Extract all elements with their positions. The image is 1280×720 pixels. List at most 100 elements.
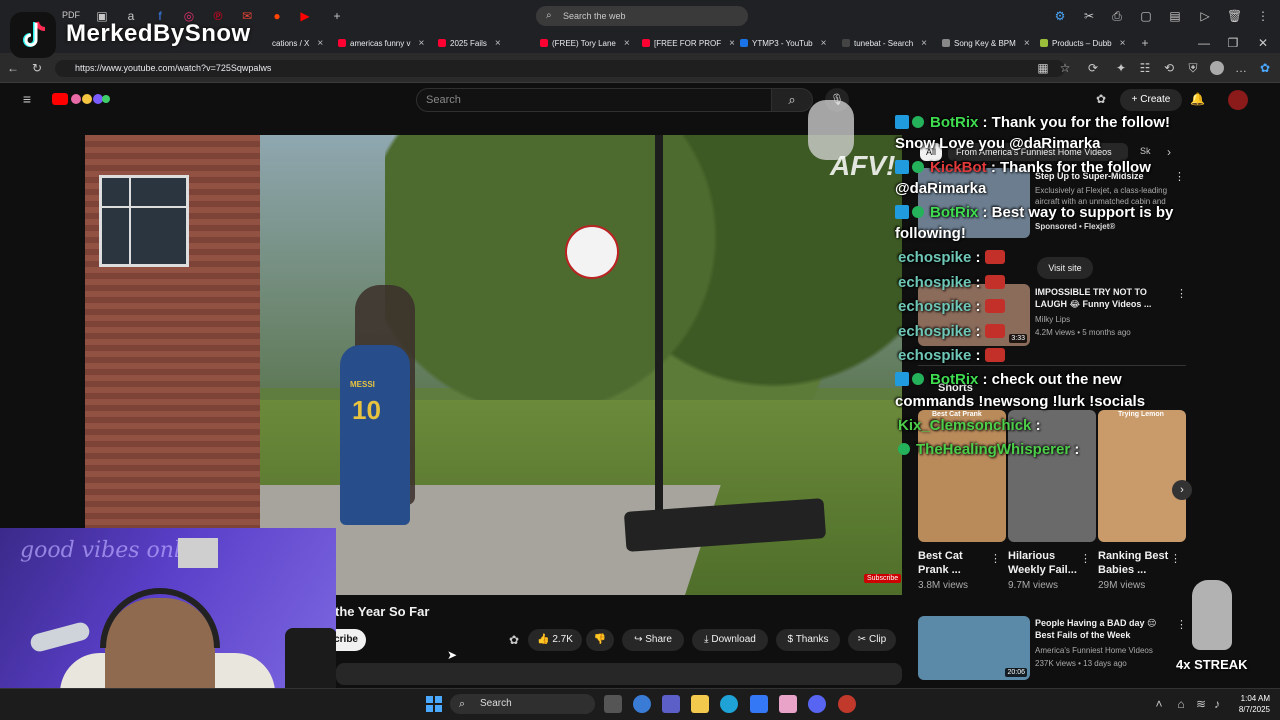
short-title[interactable]: Hilarious Weekly Fail... xyxy=(1008,549,1080,577)
rec-channel[interactable]: America's Funniest Home Videos xyxy=(1035,645,1153,656)
avatar[interactable] xyxy=(1228,90,1248,110)
tab[interactable]: [FREE FOR PROF × xyxy=(642,34,734,52)
bookmark-star-icon[interactable]: ☆ xyxy=(1058,61,1072,75)
system-clock[interactable]: 1:04 AM 8/7/2025 xyxy=(1222,693,1270,715)
doodle-icon[interactable] xyxy=(70,92,110,106)
youtube-logo-icon[interactable] xyxy=(52,93,68,105)
teams-icon[interactable] xyxy=(662,695,680,713)
video-player[interactable]: MESSI 10 xyxy=(85,135,902,595)
task-view-icon[interactable] xyxy=(604,695,622,713)
close-icon[interactable]: × xyxy=(821,38,827,49)
menu-icon[interactable]: ⋮ xyxy=(1256,9,1270,23)
profile-avatar[interactable] xyxy=(1210,61,1224,75)
web-search-box[interactable]: ⌕ Search the web xyxy=(536,6,748,26)
close-icon[interactable]: × xyxy=(1120,38,1126,49)
minimize-icon[interactable]: — xyxy=(1197,36,1211,50)
close-icon[interactable]: × xyxy=(495,38,501,49)
screen-icon[interactable]: ▢ xyxy=(1139,9,1153,23)
chevron-up-icon[interactable]: ˄ xyxy=(1152,697,1166,711)
hamburger-menu-icon[interactable]: ≡ xyxy=(20,92,34,106)
back-icon[interactable]: ← xyxy=(6,61,20,75)
reddit-icon[interactable]: ● xyxy=(270,9,284,23)
close-icon[interactable]: × xyxy=(921,38,927,49)
scissors-icon[interactable]: ✂ xyxy=(1082,9,1096,23)
chip-next[interactable]: Sk xyxy=(1140,146,1151,156)
windows-start-icon[interactable] xyxy=(426,696,442,712)
youtube-search-input[interactable]: Search xyxy=(416,88,772,112)
more-options-icon[interactable]: ⋮ xyxy=(1174,170,1185,183)
tab[interactable]: Products – Dubb × xyxy=(1040,34,1132,52)
reload-icon[interactable]: ↻ xyxy=(30,61,44,75)
close-icon[interactable]: × xyxy=(1024,38,1030,49)
wifi-icon[interactable]: ≋ xyxy=(1194,697,1208,711)
more-options-icon[interactable]: ⋮ xyxy=(1080,552,1091,565)
url-input[interactable]: https://www.youtube.com/watch?v=725Sqwpa… xyxy=(55,60,1065,77)
clip-button[interactable]: ✂ Clip xyxy=(848,629,896,651)
rec-title[interactable]: People Having a BAD day 😔 Best Fails of … xyxy=(1035,617,1175,641)
file-explorer-icon[interactable] xyxy=(691,695,709,713)
network-icon[interactable]: ⌂ xyxy=(1174,697,1188,711)
short-title[interactable]: Ranking Best Babies ... xyxy=(1098,549,1170,577)
trash-icon[interactable]: 🗑 xyxy=(1227,9,1242,23)
pinned-tab-label[interactable]: PDF xyxy=(62,10,80,20)
more-icon[interactable]: … xyxy=(1234,61,1248,75)
close-window-icon[interactable]: ✕ xyxy=(1256,36,1270,50)
description-box[interactable] xyxy=(336,663,902,685)
tab[interactable]: tunebat - Search × xyxy=(842,34,934,52)
short-title[interactable]: Best Cat Prank ... xyxy=(918,549,990,577)
visit-site-button[interactable]: Visit site xyxy=(1037,257,1093,279)
more-options-icon[interactable]: ⋮ xyxy=(1170,552,1181,565)
shorts-next-button[interactable]: › xyxy=(1172,480,1192,500)
search-button[interactable]: ⌕ xyxy=(771,88,813,112)
history-icon[interactable]: ⟲ xyxy=(1162,61,1176,75)
play-icon[interactable]: ▷ xyxy=(1198,9,1212,23)
print-icon[interactable]: ⎙ xyxy=(1110,9,1124,23)
youtube-icon[interactable]: ▶ xyxy=(298,9,312,23)
more-options-icon[interactable]: ⋮ xyxy=(990,552,1001,565)
download-button[interactable]: ⤓ Download xyxy=(692,629,768,651)
refresh-icon[interactable]: ⟳ xyxy=(1086,61,1100,75)
close-icon[interactable]: × xyxy=(624,38,630,49)
new-tab-icon[interactable]: + xyxy=(330,9,344,23)
tab[interactable]: 2025 Fails × xyxy=(438,34,530,52)
tab[interactable]: Song Key & BPM × xyxy=(942,34,1034,52)
copilot-icon[interactable]: ✿ xyxy=(1258,61,1272,75)
extension-icon[interactable]: ⚙ xyxy=(1053,9,1067,23)
store-icon[interactable] xyxy=(750,695,768,713)
tab[interactable]: (FREE) Tory Lane × xyxy=(540,34,632,52)
cat-icon[interactable]: ✿ xyxy=(1094,92,1108,106)
close-icon[interactable]: × xyxy=(418,38,424,49)
favorites-icon[interactable]: ☷ xyxy=(1138,61,1152,75)
notifications-bell-icon[interactable]: 🔔 xyxy=(1190,92,1205,106)
app-icon[interactable] xyxy=(779,695,797,713)
close-icon[interactable]: × xyxy=(729,38,734,49)
app-icon[interactable] xyxy=(838,695,856,713)
maximize-icon[interactable]: ❐ xyxy=(1226,36,1240,50)
close-icon[interactable]: × xyxy=(317,38,323,49)
calculator-icon[interactable]: ▤ xyxy=(1168,9,1182,23)
tab[interactable]: YTMP3 - YouTub × xyxy=(740,34,832,52)
discord-icon[interactable] xyxy=(808,695,826,713)
video-thumbnail[interactable]: 20:06 xyxy=(918,616,1030,680)
subscribe-watermark[interactable]: Subscribe xyxy=(864,574,902,583)
copilot-icon[interactable] xyxy=(633,695,651,713)
tab[interactable]: cations / X × xyxy=(272,34,330,52)
rec-title[interactable]: IMPOSSIBLE TRY NOT TO LAUGH 😂 Funny Vide… xyxy=(1035,286,1175,310)
more-options-icon[interactable]: ⋮ xyxy=(1176,618,1187,631)
create-button[interactable]: + Create xyxy=(1120,89,1182,111)
chevron-right-icon[interactable]: › xyxy=(1162,145,1176,159)
short-thumbnail[interactable]: Trying Lemon xyxy=(1098,410,1186,542)
new-tab-icon[interactable]: + xyxy=(1138,36,1152,50)
app-icon[interactable]: ▦ xyxy=(1036,61,1050,75)
edge-icon[interactable] xyxy=(720,695,738,713)
extensions-icon[interactable]: ✦ xyxy=(1114,61,1128,75)
cat-icon[interactable]: ✿ xyxy=(507,633,521,647)
more-options-icon[interactable]: ⋮ xyxy=(1176,287,1187,300)
thanks-button[interactable]: $ Thanks xyxy=(776,629,840,651)
shield-icon[interactable]: ⛨ xyxy=(1186,61,1200,75)
taskbar-search[interactable]: ⌕ Search xyxy=(450,694,595,714)
dislike-button[interactable]: 👎 xyxy=(586,629,614,651)
tab[interactable]: americas funny v × xyxy=(338,34,430,52)
share-button[interactable]: ↪ Share xyxy=(622,629,684,651)
rec-channel[interactable]: Milky Lips xyxy=(1035,314,1070,325)
